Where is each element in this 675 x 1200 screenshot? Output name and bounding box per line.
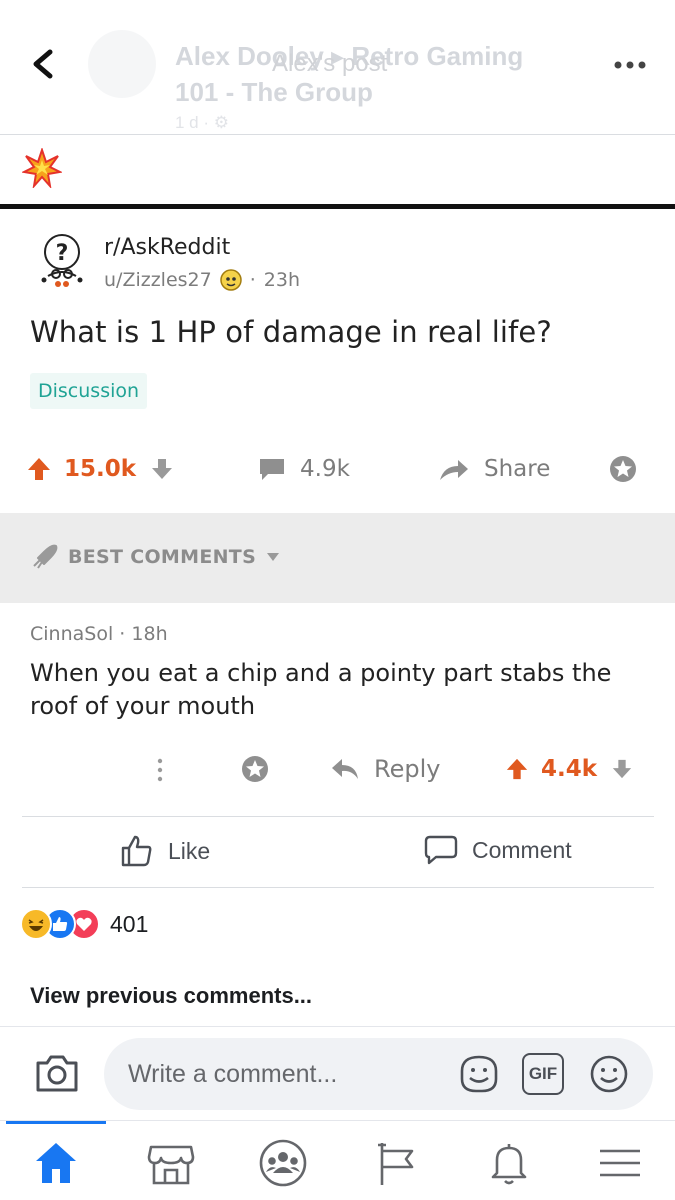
speech-bubble-icon xyxy=(424,835,458,865)
downvote-arrow-icon[interactable] xyxy=(150,457,174,481)
divider xyxy=(0,1026,675,1027)
post-actions: 15.0k 4.9k Share xyxy=(0,449,675,499)
notifications-bell-icon[interactable] xyxy=(483,1137,535,1189)
comment-award-icon[interactable] xyxy=(240,754,270,784)
comment-downvote-icon[interactable] xyxy=(611,758,633,780)
gif-label: GIF xyxy=(528,1064,558,1083)
post-meta: u/Zizzles27 · 23h xyxy=(104,269,300,291)
comment-author[interactable]: CinnaSol xyxy=(30,623,113,645)
reply-arrow-icon xyxy=(332,759,358,779)
reaction-summary[interactable]: 401 xyxy=(20,908,148,940)
share-label: Share xyxy=(484,456,551,482)
comments-button[interactable]: 4.9k xyxy=(258,449,350,489)
gif-button[interactable]: GIF xyxy=(522,1053,564,1095)
emoji-icon[interactable] xyxy=(588,1053,630,1095)
comment-text: When you eat a chip and a pointy part st… xyxy=(30,659,612,720)
share-arrow-icon xyxy=(440,460,468,480)
award-icon[interactable] xyxy=(608,449,638,489)
reply-button[interactable]: Reply xyxy=(330,749,440,789)
camera-icon[interactable] xyxy=(34,1052,80,1094)
like-label: Like xyxy=(168,837,211,864)
haha-reaction-icon xyxy=(20,908,52,940)
best-comments-label: BEST COMMENTS xyxy=(68,546,257,568)
reaction-count: 401 xyxy=(110,910,149,937)
divider xyxy=(22,816,654,817)
comment-time: 18h xyxy=(131,623,168,645)
upvote-arrow-icon[interactable] xyxy=(26,456,52,482)
post-score: 15.0k xyxy=(64,456,137,482)
svg-text:?: ? xyxy=(56,241,69,266)
comment-button[interactable]: Comment xyxy=(424,834,572,866)
comment-label: Comment xyxy=(472,836,572,863)
back-arrow-icon[interactable] xyxy=(24,40,64,88)
subreddit-name[interactable]: r/AskReddit xyxy=(104,235,230,260)
comment-input[interactable] xyxy=(104,1038,653,1110)
divider xyxy=(22,887,654,888)
avatar[interactable] xyxy=(88,30,156,98)
dot-separator: · xyxy=(249,269,256,291)
like-button[interactable]: Like xyxy=(120,834,210,868)
post-emoji xyxy=(20,146,64,190)
post-time: 23h xyxy=(263,269,300,291)
post-title[interactable]: What is 1 HP of damage in real life? xyxy=(30,315,552,349)
comment-vote-group: 4.4k xyxy=(505,749,633,789)
thumbs-up-icon xyxy=(121,835,152,867)
comment-actions: Reply 4.4k xyxy=(0,749,675,789)
post-author[interactable]: u/Zizzles27 xyxy=(104,269,212,291)
active-tab-indicator xyxy=(6,1121,106,1124)
pages-flag-icon[interactable] xyxy=(370,1137,422,1189)
header-subtitle: Alex's post xyxy=(272,50,388,77)
comment-score: 4.4k xyxy=(541,756,598,782)
view-previous-comments[interactable]: View previous comments... xyxy=(30,983,312,1009)
vote-group: 15.0k xyxy=(26,449,174,489)
comment-bubble-icon xyxy=(260,459,284,480)
comment-sort-label[interactable]: BEST COMMENTS xyxy=(30,544,280,570)
share-button[interactable]: Share xyxy=(438,449,550,489)
reply-label: Reply xyxy=(374,755,441,783)
header-meta: 1 d · ⚙ xyxy=(175,113,229,132)
home-icon[interactable] xyxy=(30,1137,82,1189)
rocket-icon xyxy=(33,544,58,569)
comment-count: 4.9k xyxy=(300,456,350,482)
groups-icon[interactable] xyxy=(257,1137,309,1189)
askreddit-snoo-icon: ? xyxy=(41,234,83,287)
reddit-screenshot: ? r/AskReddit u/Zizzles27 · 23h What is … xyxy=(0,209,675,814)
more-vertical-icon[interactable] xyxy=(150,755,170,785)
comment-sort-bar[interactable]: BEST COMMENTS xyxy=(0,513,675,603)
post-flair[interactable]: Discussion xyxy=(30,373,148,409)
user-flair-icon xyxy=(219,269,242,291)
collision-emoji-icon xyxy=(20,146,64,190)
comment-upvote-icon[interactable] xyxy=(505,757,529,781)
menu-hamburger-icon[interactable] xyxy=(594,1137,646,1189)
more-options-icon[interactable] xyxy=(610,50,650,80)
comment-meta: CinnaSol · 18h xyxy=(30,623,168,645)
marketplace-icon[interactable] xyxy=(145,1137,197,1189)
post-header: Alex Dooley ▸ Retro Gaming 101 - The Gro… xyxy=(0,0,675,135)
dot-separator: · xyxy=(119,623,132,645)
sticker-icon[interactable] xyxy=(458,1053,500,1095)
bottom-tab-bar xyxy=(0,1120,675,1200)
chevron-down-icon xyxy=(267,553,280,561)
